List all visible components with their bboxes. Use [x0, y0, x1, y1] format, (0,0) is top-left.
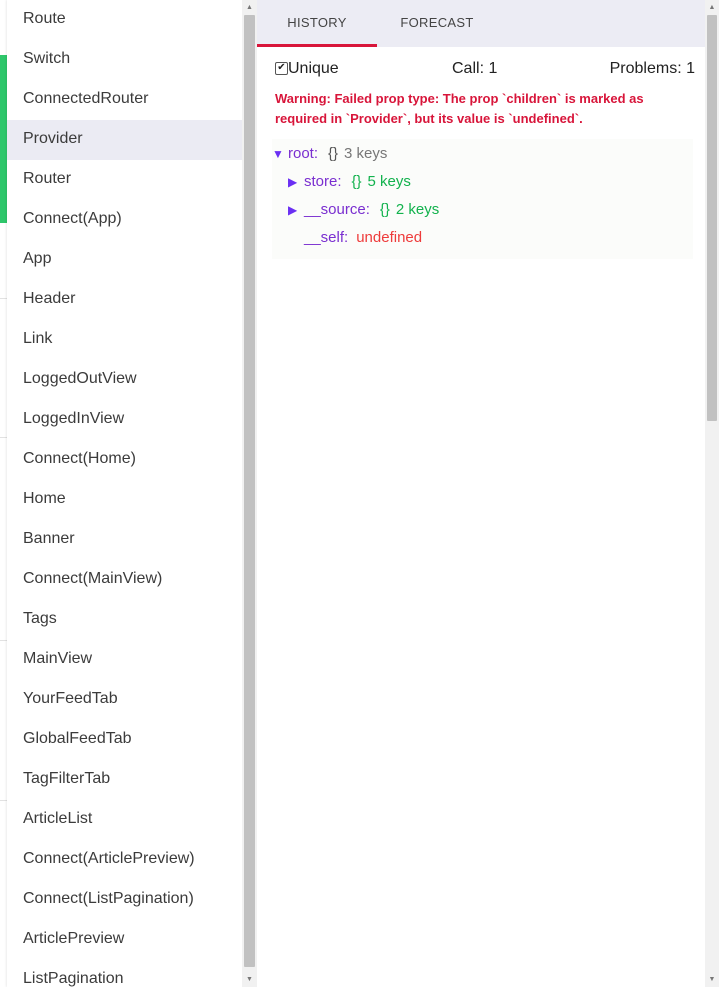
background-divider	[0, 640, 7, 641]
unique-checkbox[interactable]: ✔	[275, 62, 288, 75]
problems-count: Problems: 1	[609, 60, 695, 77]
sidebar-item[interactable]: LoggedInView	[7, 400, 242, 440]
tree-meta: 5 keys	[367, 173, 411, 190]
sidebar-item[interactable]: MainView	[7, 640, 242, 680]
sidebar-item[interactable]: LoggedOutView	[7, 360, 242, 400]
sidebar-item[interactable]: ArticleList	[7, 800, 242, 840]
tree-row-root[interactable]: ▼ root: {} 3 keys	[272, 141, 693, 169]
tree-brace: {}	[379, 201, 390, 218]
caret-down-icon[interactable]: ▼	[272, 141, 288, 167]
scroll-up-arrow-icon[interactable]: ▲	[705, 0, 719, 15]
sidebar-item[interactable]: Connect(ListPagination)	[7, 880, 242, 920]
background-divider	[0, 437, 7, 438]
sidebar-item[interactable]: Switch	[7, 40, 242, 80]
sidebar-item[interactable]: App	[7, 240, 242, 280]
tree-key: store:	[304, 173, 342, 190]
tree-row-store[interactable]: ▶ store: {} 5 keys	[272, 169, 693, 197]
sidebar-item[interactable]: Connect(ArticlePreview)	[7, 840, 242, 880]
sidebar-item[interactable]: Tags	[7, 600, 242, 640]
caret-right-icon[interactable]: ▶	[288, 197, 304, 223]
sidebar-item[interactable]: Router	[7, 160, 242, 200]
tab-bar: HISTORY FORECAST	[257, 0, 705, 47]
sidebar-item[interactable]: Link	[7, 320, 242, 360]
tree-row-source[interactable]: ▶ __source: {} 2 keys	[272, 197, 693, 225]
sidebar-item[interactable]: Header	[7, 280, 242, 320]
sidebar-item[interactable]: Connect(MainView)	[7, 560, 242, 600]
component-list-scrollbar[interactable]: ▲ ▼	[242, 0, 257, 987]
component-list: Route Switch ConnectedRouter Provider Router…	[7, 0, 242, 987]
scrollbar-thumb[interactable]	[244, 15, 255, 967]
sidebar-item[interactable]: ListPagination	[7, 960, 242, 987]
sidebar-item[interactable]: Connect(Home)	[7, 440, 242, 480]
tree-key: __source:	[304, 201, 370, 218]
scrollbar-thumb[interactable]	[707, 15, 717, 421]
prop-type-warning: Warning: Failed prop type: The prop `chi…	[275, 91, 644, 126]
call-count: Call: 1	[452, 60, 498, 77]
background-divider	[0, 800, 7, 801]
sidebar-item[interactable]: Home	[7, 480, 242, 520]
sidebar-item[interactable]: YourFeedTab	[7, 680, 242, 720]
sidebar-item[interactable]: ConnectedRouter	[7, 80, 242, 120]
unique-label[interactable]: Unique	[288, 60, 339, 78]
inspector-scrollbar[interactable]: ▲ ▼	[705, 0, 719, 987]
background-divider	[0, 298, 7, 299]
sidebar-item[interactable]: ArticlePreview	[7, 920, 242, 960]
tree-key: __self:	[304, 229, 349, 246]
inspector-panel: HISTORY FORECAST ✔ Unique Call: 1 Proble…	[257, 0, 705, 987]
sidebar-item[interactable]: Connect(App)	[7, 200, 242, 240]
tab-forecast[interactable]: FORECAST	[377, 0, 497, 47]
sidebar-item[interactable]: GlobalFeedTab	[7, 720, 242, 760]
sidebar-item[interactable]: Route	[7, 0, 242, 40]
tree-brace: {}	[328, 145, 339, 162]
caret-right-icon[interactable]: ▶	[288, 169, 304, 195]
scroll-down-arrow-icon[interactable]: ▼	[705, 972, 719, 987]
sidebar-item[interactable]: TagFilterTab	[7, 760, 242, 800]
scroll-up-arrow-icon[interactable]: ▲	[242, 0, 257, 15]
sidebar-item[interactable]: Provider	[7, 120, 242, 160]
tree-brace: {}	[351, 173, 362, 190]
props-tree: ▼ root: {} 3 keys ▶ store: {} 5 keys ▶ __source…	[272, 139, 693, 259]
tree-meta: 2 keys	[395, 201, 440, 218]
tree-row-self[interactable]: __self: undefined	[272, 225, 693, 253]
tree-key: root:	[288, 145, 319, 162]
tree-value: undefined	[356, 229, 423, 246]
tab-history[interactable]: HISTORY	[257, 0, 377, 47]
controls-row: ✔ Unique Call: 1 Problems: 1	[257, 47, 705, 89]
tree-meta: 3 keys	[344, 145, 388, 162]
sidebar-item[interactable]: Banner	[7, 520, 242, 560]
scroll-down-arrow-icon[interactable]: ▼	[242, 972, 257, 987]
background-green-banner	[0, 55, 7, 223]
